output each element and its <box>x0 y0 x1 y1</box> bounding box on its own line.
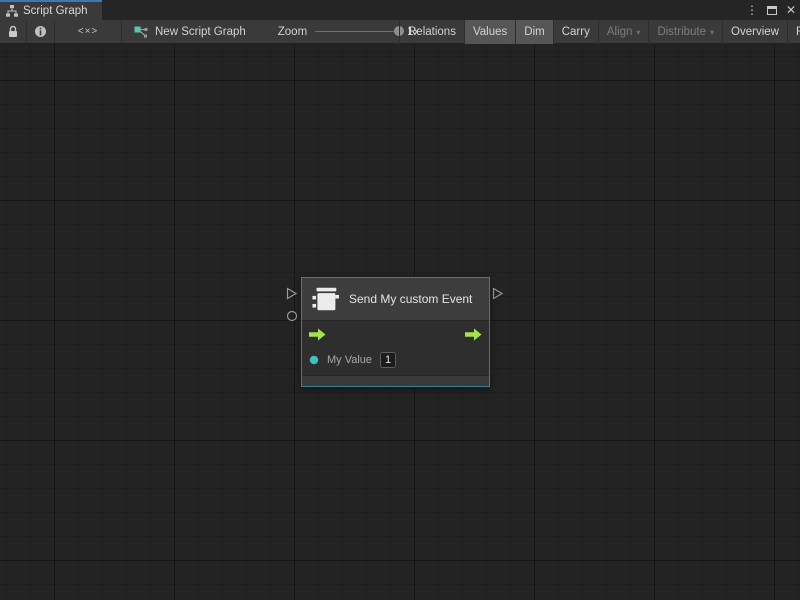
title-bar: Script Graph ⋮ ✕ <box>0 0 800 20</box>
zoom-label: Zoom <box>278 26 307 38</box>
toggle-distribute: Distribute ▾ <box>648 20 722 44</box>
custom-event-icon <box>312 286 339 312</box>
node-send-custom-event[interactable]: Send My custom Event My Value 1 <box>301 277 490 387</box>
lock-icon <box>7 25 19 38</box>
menu-kebab-icon[interactable]: ⋮ <box>746 0 758 20</box>
graph-name: New Script Graph <box>155 26 246 38</box>
node-value-row: My Value 1 <box>302 347 489 373</box>
toggle-dim-label: Dim <box>524 26 544 38</box>
graph-asset-icon <box>134 26 149 38</box>
toggle-carry-label: Carry <box>562 26 590 38</box>
graph-breadcrumb[interactable]: New Script Graph <box>122 20 260 43</box>
maximize-glyph <box>767 6 777 15</box>
tab-script-graph[interactable]: Script Graph <box>0 0 102 20</box>
code-view-button[interactable]: <×> <box>55 20 122 43</box>
node-header[interactable]: Send My custom Event <box>302 278 489 321</box>
info-button[interactable] <box>27 20 55 43</box>
control-output-port[interactable] <box>492 287 504 300</box>
tab-title: Script Graph <box>23 5 88 17</box>
zoom-slider[interactable] <box>315 31 399 32</box>
node-title: Send My custom Event <box>349 292 472 306</box>
graph-canvas[interactable]: Send My custom Event My Value 1 <box>0 44 800 600</box>
flow-in-arrow-icon[interactable] <box>309 328 326 341</box>
flow-out-arrow-icon[interactable] <box>465 328 482 341</box>
toggle-relations[interactable]: Relations <box>399 20 464 44</box>
control-input-port[interactable] <box>286 287 298 300</box>
zoom-control: Zoom 1x <box>260 20 420 43</box>
toggle-full-screen-label: Full Screen <box>796 26 800 38</box>
toggle-align-label: Align <box>607 26 633 38</box>
toggle-align: Align ▾ <box>598 20 649 44</box>
toggle-dim[interactable]: Dim <box>515 20 552 44</box>
lock-button[interactable] <box>0 20 27 43</box>
info-icon <box>34 25 47 38</box>
toggle-distribute-label: Distribute <box>657 26 706 38</box>
value-input-port[interactable] <box>286 310 298 322</box>
close-icon[interactable]: ✕ <box>786 0 796 20</box>
chevron-down-icon: ▾ <box>636 28 640 37</box>
toggle-values[interactable]: Values <box>464 20 515 44</box>
toggle-relations-label: Relations <box>408 26 456 38</box>
chevron-down-icon: ▾ <box>710 28 714 37</box>
code-icon: <×> <box>78 26 99 37</box>
toggle-values-label: Values <box>473 26 507 38</box>
toggle-carry[interactable]: Carry <box>553 20 598 44</box>
toggle-overview[interactable]: Overview <box>722 20 787 44</box>
toggle-full-screen[interactable]: Full Screen <box>787 20 800 44</box>
value-port-label: My Value <box>327 354 372 366</box>
script-graph-window: Script Graph ⋮ ✕ <×> <box>0 0 800 600</box>
node-control-row <box>302 321 489 347</box>
node-footer <box>302 375 489 386</box>
value-dot-icon[interactable] <box>309 355 319 365</box>
toolbar-toggles: Relations Values Dim Carry Align ▾ Distr… <box>399 20 800 44</box>
window-controls: ⋮ ✕ <box>746 0 796 20</box>
maximize-icon[interactable] <box>767 6 777 15</box>
value-input-field[interactable]: 1 <box>380 352 396 368</box>
graph-toolbar: <×> New Script Graph Zoom 1x Relations V… <box>0 20 800 44</box>
toggle-overview-label: Overview <box>731 26 779 38</box>
graph-hierarchy-icon <box>6 5 18 17</box>
